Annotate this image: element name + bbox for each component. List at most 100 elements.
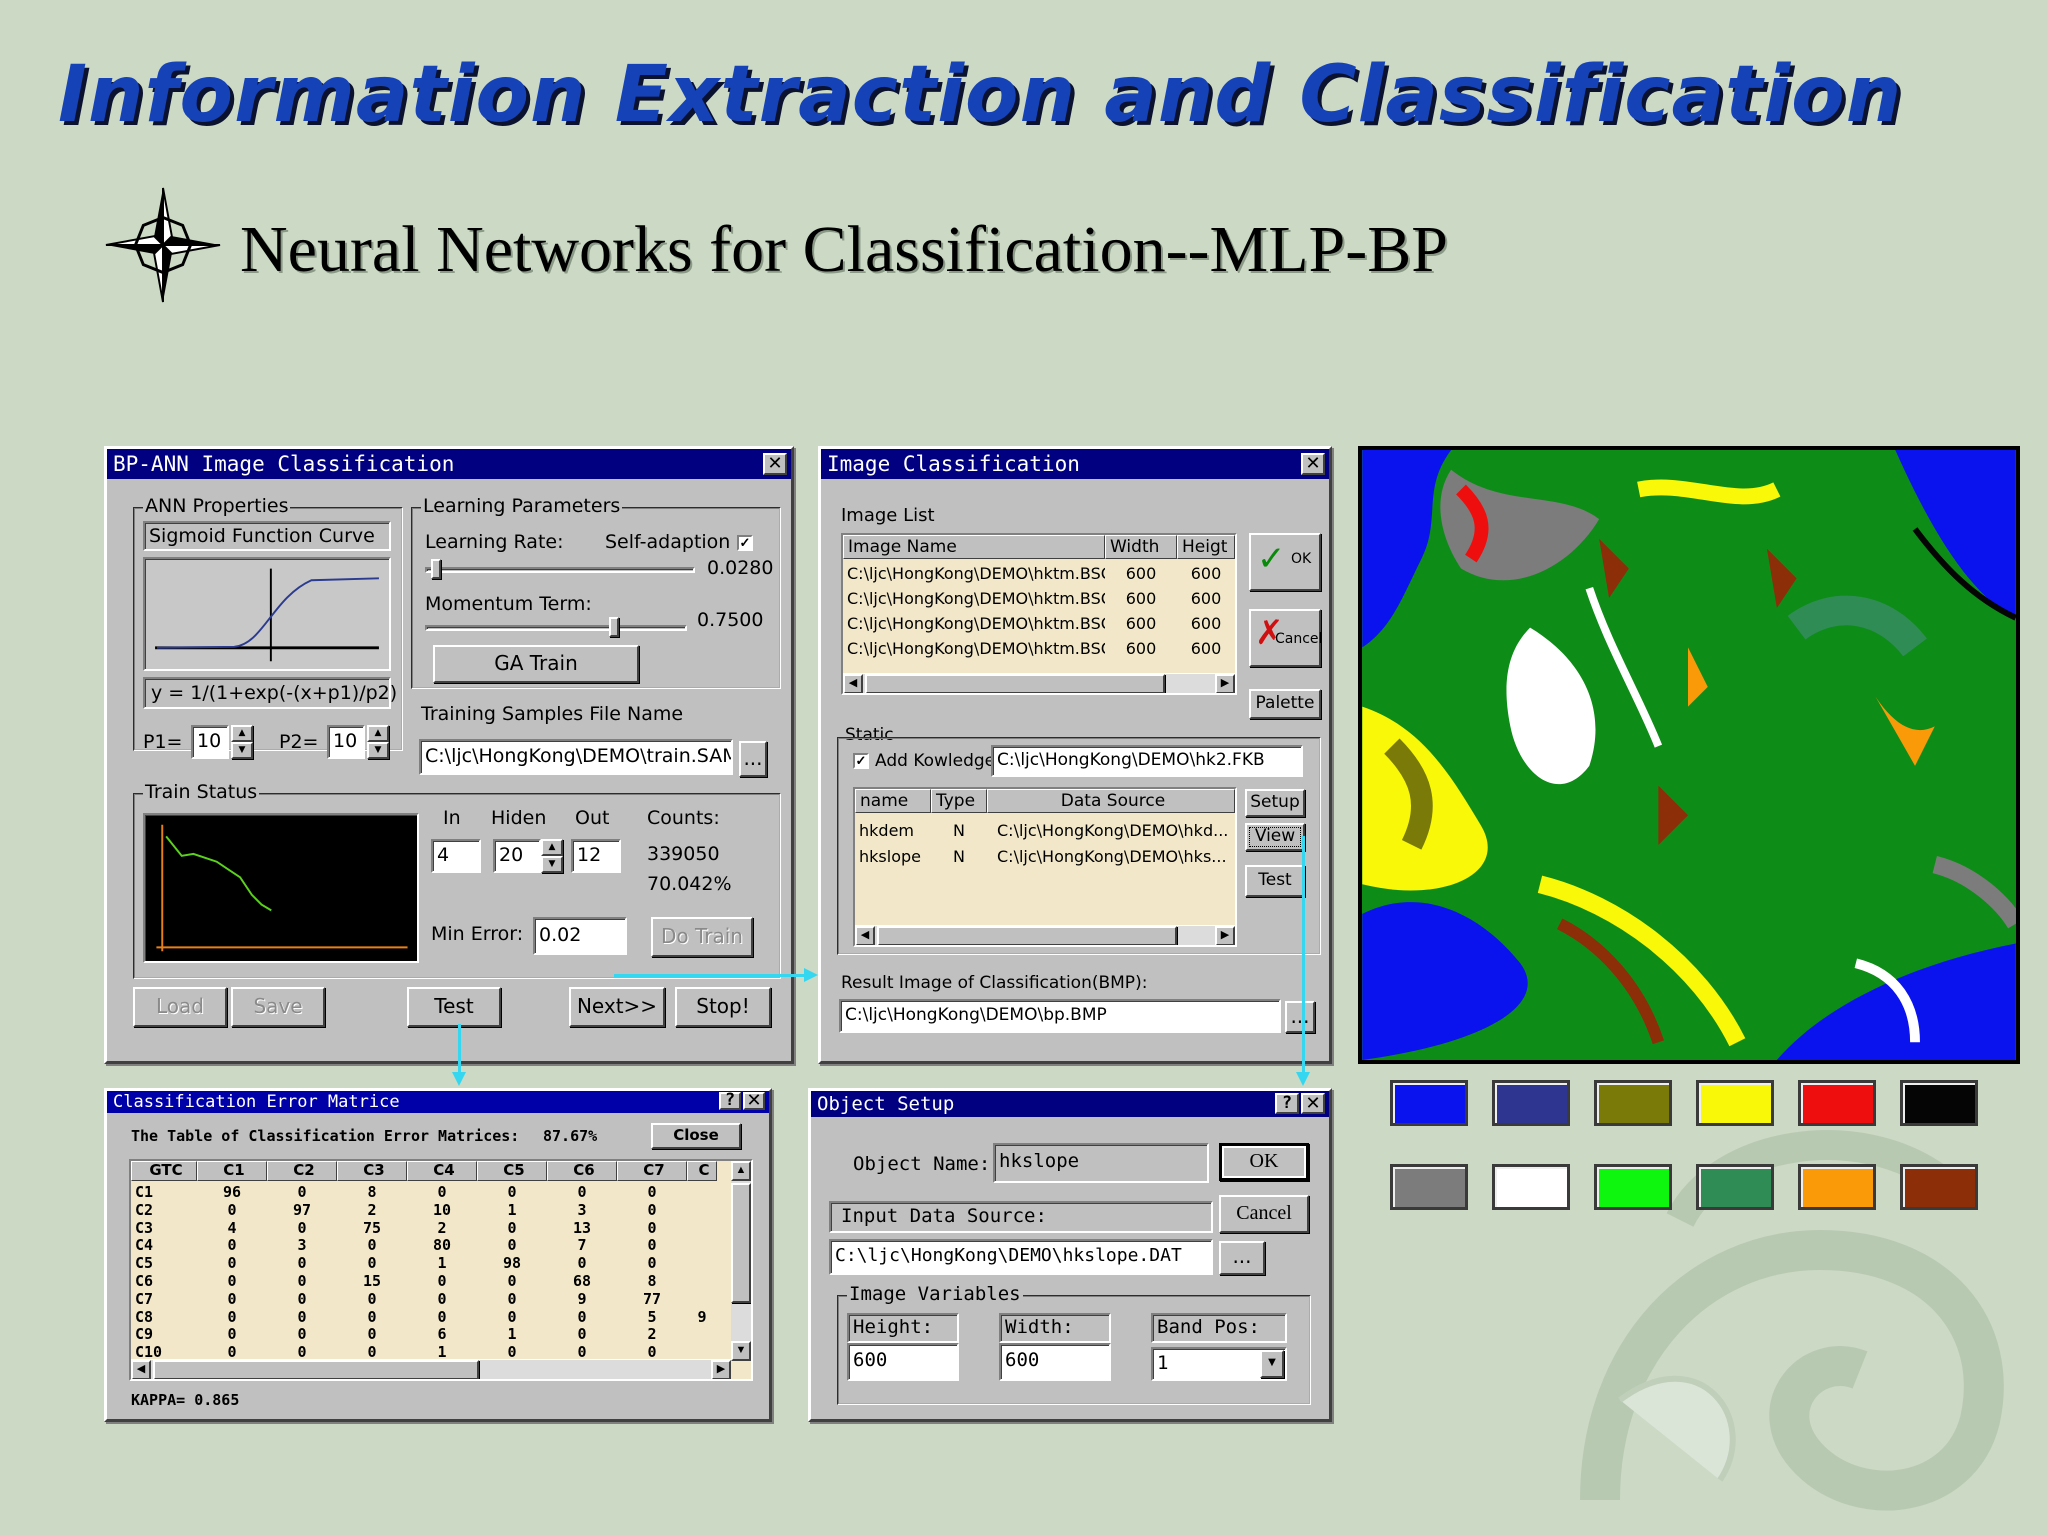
scroll-thumb[interactable] xyxy=(877,926,1177,945)
momentum-slider[interactable] xyxy=(425,625,687,631)
knowledge-test-button[interactable]: Test xyxy=(1245,865,1305,897)
ok-button[interactable]: OK xyxy=(1219,1143,1309,1181)
col-height[interactable]: Heigt xyxy=(1177,535,1235,559)
scroll-left-icon[interactable]: ◀ xyxy=(843,674,863,693)
width-input[interactable]: 600 xyxy=(999,1343,1111,1381)
add-knowledge-checkbox[interactable]: ✓ xyxy=(853,753,869,769)
help-icon[interactable]: ? xyxy=(719,1092,741,1110)
stop-button[interactable]: Stop! xyxy=(675,987,771,1027)
setup-button[interactable]: Setup xyxy=(1245,789,1305,817)
input-source-input[interactable]: C:\ljc\HongKong\DEMO\hkslope.DAT xyxy=(829,1239,1213,1275)
table-row[interactable]: C2 0 97 2 10 1 3 0 xyxy=(131,1201,727,1219)
spin-down-icon[interactable]: ▼ xyxy=(231,742,253,759)
legend-swatch xyxy=(1390,1164,1468,1210)
list-item[interactable]: C:\ljc\HongKong\DEMO\hktm.BSQ 600 600 xyxy=(843,611,1235,636)
spin-down-icon[interactable]: ▼ xyxy=(367,742,389,759)
self-adaption-checkbox[interactable]: ✓ xyxy=(737,535,753,551)
ga-train-button[interactable]: GA Train xyxy=(433,645,639,683)
save-button[interactable]: Save xyxy=(231,987,325,1027)
scroll-right-icon[interactable]: ▶ xyxy=(1215,926,1235,945)
table-row[interactable]: C4 0 3 0 80 0 7 0 xyxy=(131,1236,727,1254)
out-input[interactable]: 12 xyxy=(571,839,621,873)
scroll-right-icon[interactable]: ▶ xyxy=(1215,674,1235,693)
table-row[interactable]: C8 0 0 0 0 0 0 5 9 xyxy=(131,1308,727,1326)
do-train-button[interactable]: Do Train xyxy=(651,917,753,957)
scroll-thumb[interactable] xyxy=(731,1183,751,1303)
col-image-name[interactable]: Image Name xyxy=(843,535,1105,559)
band-pos-select[interactable]: 1 ▼ xyxy=(1151,1347,1287,1381)
ok-button[interactable]: ✓ OK xyxy=(1249,533,1321,591)
matrix-cell: C1 xyxy=(135,1183,154,1201)
momentum-thumb[interactable] xyxy=(609,617,619,637)
col-c5[interactable]: C5 xyxy=(477,1161,547,1181)
horizontal-scrollbar[interactable]: ◀ ▶ xyxy=(131,1359,731,1379)
scroll-left-icon[interactable]: ◀ xyxy=(855,926,875,945)
training-file-input[interactable]: C:\ljc\HongKong\DEMO\train.SAM xyxy=(419,739,733,775)
list-item[interactable]: hkslope N C:\ljc\HongKong\DEMO\hks... xyxy=(855,843,1235,869)
list-item[interactable]: hkdem N C:\ljc\HongKong\DEMO\hkd... xyxy=(855,817,1235,843)
spin-down-icon[interactable]: ▼ xyxy=(541,856,563,873)
table-row[interactable]: C5 0 0 0 1 98 0 0 xyxy=(131,1254,727,1272)
col-type[interactable]: Type xyxy=(931,789,987,813)
close-icon[interactable]: ✕ xyxy=(1301,453,1325,475)
input-source-browse-button[interactable]: ... xyxy=(1219,1241,1265,1275)
scroll-up-icon[interactable]: ▲ xyxy=(731,1161,751,1181)
col-c7[interactable]: C7 xyxy=(617,1161,687,1181)
training-file-browse-button[interactable]: ... xyxy=(739,741,767,777)
table-row[interactable]: C9 0 0 0 6 1 0 2 xyxy=(131,1325,727,1343)
scroll-thumb[interactable] xyxy=(153,1360,479,1379)
col-c1[interactable]: C1 xyxy=(197,1161,267,1181)
col-c8[interactable]: C xyxy=(687,1161,717,1181)
col-name[interactable]: name xyxy=(855,789,931,813)
table-row[interactable]: C6 0 0 15 0 0 68 8 xyxy=(131,1272,727,1290)
view-button[interactable]: View xyxy=(1245,823,1305,851)
image-list-scrollbar[interactable]: ◀ ▶ xyxy=(843,673,1235,693)
list-item[interactable]: C:\ljc\HongKong\DEMO\hktm.BSQ 600 600 xyxy=(843,636,1235,661)
col-data-source[interactable]: Data Source xyxy=(987,789,1235,813)
list-item[interactable]: C:\ljc\HongKong\DEMO\hktm.BSQ 600 600 xyxy=(843,561,1235,586)
table-row[interactable]: C7 0 0 0 0 0 9 77 xyxy=(131,1290,727,1308)
col-c3[interactable]: C3 xyxy=(337,1161,407,1181)
list-item[interactable]: C:\ljc\HongKong\DEMO\hktm.BSQ 600 600 xyxy=(843,586,1235,611)
help-icon[interactable]: ? xyxy=(1275,1093,1299,1114)
cancel-button[interactable]: ✗ Cancel xyxy=(1249,609,1322,667)
p1-input[interactable]: 10 xyxy=(191,725,229,759)
close-icon[interactable]: ✕ xyxy=(743,1092,765,1110)
table-row[interactable]: C3 4 0 75 2 0 13 0 xyxy=(131,1219,727,1237)
col-gtc[interactable]: GTC xyxy=(131,1161,197,1181)
object-name-input[interactable]: hkslope xyxy=(993,1143,1209,1183)
spin-up-icon[interactable]: ▲ xyxy=(541,839,563,856)
next-button[interactable]: Next>> xyxy=(569,987,665,1027)
dropdown-arrow-icon[interactable]: ▼ xyxy=(1260,1350,1284,1378)
learning-rate-thumb[interactable] xyxy=(431,559,441,579)
close-icon[interactable]: ✕ xyxy=(1301,1093,1325,1114)
col-c4[interactable]: C4 xyxy=(407,1161,477,1181)
knowledge-list-scrollbar[interactable]: ◀ ▶ xyxy=(855,925,1235,945)
test-button[interactable]: Test xyxy=(407,987,501,1027)
scroll-thumb[interactable] xyxy=(865,674,1165,693)
close-button[interactable]: Close xyxy=(651,1123,741,1149)
cancel-button[interactable]: Cancel xyxy=(1219,1195,1309,1233)
knowledge-file-input[interactable]: C:\ljc\HongKong\DEMO\hk2.FKB xyxy=(991,745,1303,777)
vertical-scrollbar[interactable]: ▲ ▼ xyxy=(731,1161,751,1361)
col-c6[interactable]: C6 xyxy=(547,1161,617,1181)
learning-rate-slider[interactable] xyxy=(425,567,695,573)
min-error-input[interactable]: 0.02 xyxy=(533,917,627,955)
scroll-down-icon[interactable]: ▼ xyxy=(731,1341,751,1361)
spin-up-icon[interactable]: ▲ xyxy=(231,725,253,742)
scroll-right-icon[interactable]: ▶ xyxy=(711,1360,731,1379)
close-icon[interactable]: ✕ xyxy=(763,453,787,475)
load-button[interactable]: Load xyxy=(133,987,227,1027)
result-browse-button[interactable]: ... xyxy=(1285,1001,1315,1033)
result-image-input[interactable]: C:\ljc\HongKong\DEMO\bp.BMP xyxy=(839,999,1281,1033)
col-width[interactable]: Width xyxy=(1105,535,1177,559)
p2-input[interactable]: 10 xyxy=(327,725,365,759)
scroll-left-icon[interactable]: ◀ xyxy=(131,1360,151,1379)
col-c2[interactable]: C2 xyxy=(267,1161,337,1181)
hiden-input[interactable]: 20 xyxy=(493,839,541,873)
in-input[interactable]: 4 xyxy=(431,839,481,873)
spin-up-icon[interactable]: ▲ xyxy=(367,725,389,742)
palette-button[interactable]: Palette xyxy=(1249,689,1321,719)
height-input[interactable]: 600 xyxy=(847,1343,959,1381)
table-row[interactable]: C1 96 0 8 0 0 0 0 xyxy=(131,1183,727,1201)
